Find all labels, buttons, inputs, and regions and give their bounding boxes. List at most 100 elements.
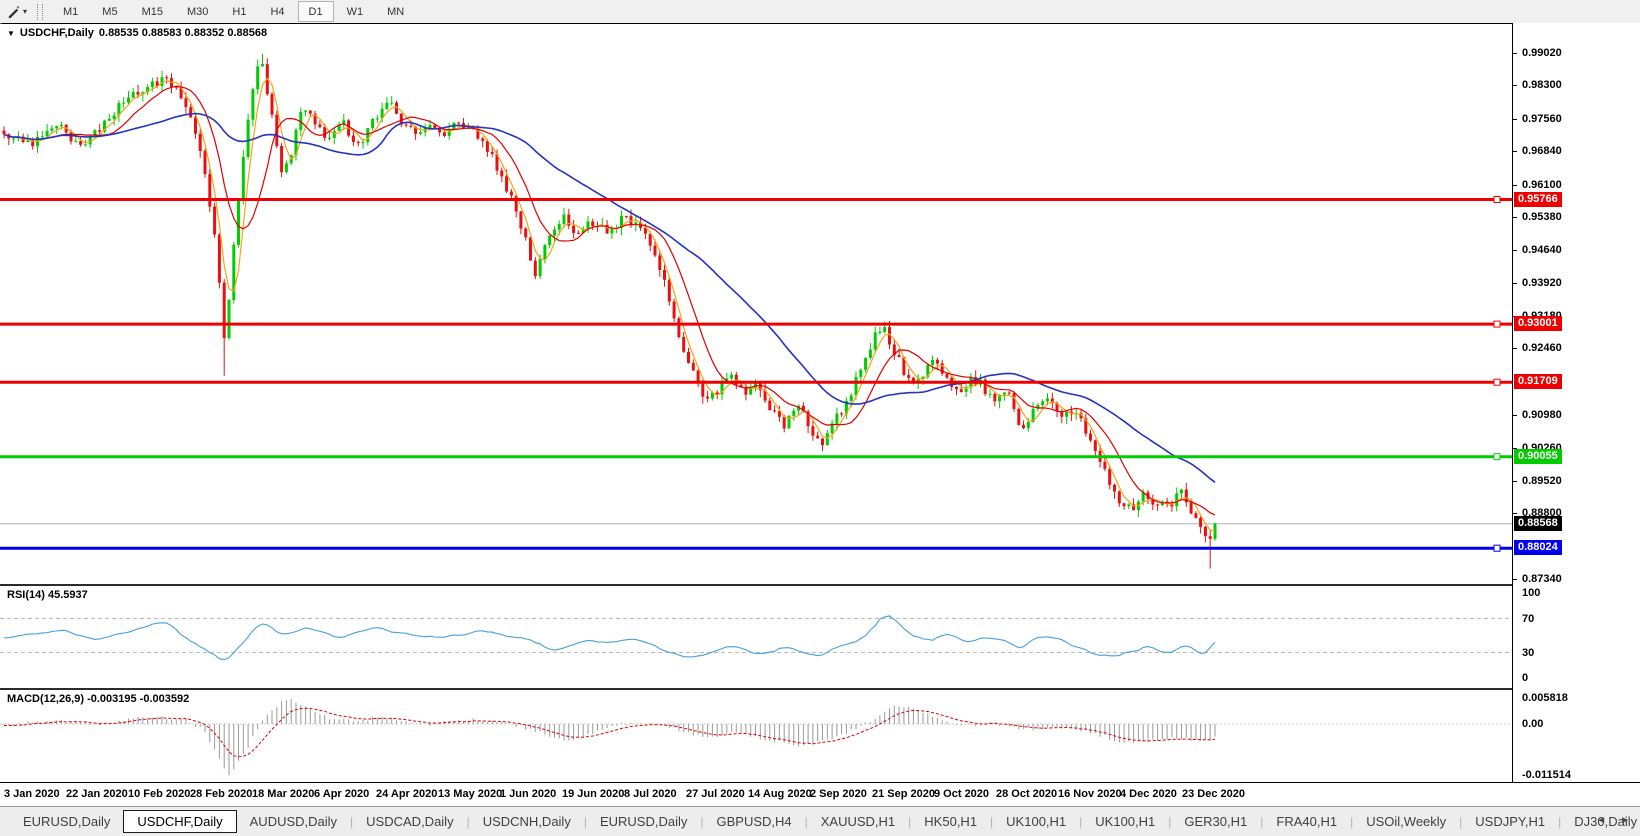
support-resistance-lines[interactable] bbox=[0, 196, 1512, 552]
price-tick-mark bbox=[1513, 53, 1517, 54]
ma-mid-line bbox=[3, 85, 1216, 516]
level-price-label: 0.88024 bbox=[1514, 540, 1562, 556]
date-axis-label: 6 Apr 2020 bbox=[314, 788, 370, 800]
date-axis-label: 10 Feb 2020 bbox=[128, 788, 191, 800]
chart-tab-ger30-h1[interactable]: GER30,H1 bbox=[1171, 811, 1260, 832]
macd-signal-line bbox=[3, 707, 1216, 758]
price-tick-label: 0.96100 bbox=[1522, 178, 1562, 191]
chart-tab-hk50-h1[interactable]: HK50,H1 bbox=[911, 811, 990, 832]
date-axis-label: 3 Jan 2020 bbox=[4, 788, 60, 800]
current-price-label: 0.88568 bbox=[1514, 515, 1562, 531]
price-tick-label: 0.98300 bbox=[1522, 79, 1562, 92]
price-tick-label: 0.99020 bbox=[1522, 47, 1562, 59]
price-tick-mark bbox=[1513, 184, 1517, 186]
level-price-label: 0.95766 bbox=[1514, 191, 1562, 207]
chart-tab-xauusd-h1[interactable]: XAUUSD,H1 bbox=[808, 811, 908, 832]
chart-title: ▼ USDCHF,Daily 0.88535 0.88583 0.88352 0… bbox=[7, 27, 267, 39]
macd-indicator-label: MACD(12,26,9) -0.003195 -0.003592 bbox=[7, 693, 190, 705]
tool-dropdown-icon[interactable]: ▾ bbox=[23, 7, 27, 16]
chart-tab-usdcad-daily[interactable]: USDCAD,Daily bbox=[353, 811, 466, 832]
timeframe-button-m15[interactable]: M15 bbox=[131, 1, 174, 22]
date-axis-label: 14 Aug 2020 bbox=[748, 788, 812, 800]
tab-scroll-right-icon[interactable]: ► bbox=[1620, 815, 1630, 826]
candle-bodies bbox=[2, 64, 1217, 539]
date-axis-label: 19 Jun 2020 bbox=[562, 788, 625, 800]
price-tick-mark bbox=[1513, 480, 1517, 482]
macd-histogram bbox=[3, 698, 1216, 776]
chart-tab-uk100-h1[interactable]: UK100,H1 bbox=[993, 811, 1079, 832]
chart-tab-audusd-daily[interactable]: AUDUSD,Daily bbox=[237, 811, 350, 832]
chart-tab-usdjpy-h1[interactable]: USDJPY,H1 bbox=[1462, 811, 1558, 832]
macd-axis-label: 0.00 bbox=[1522, 718, 1544, 730]
price-tick-label: 0.94640 bbox=[1522, 244, 1562, 257]
rsi-axis-label: 100 bbox=[1522, 587, 1541, 599]
timeframe-button-h4[interactable]: H4 bbox=[259, 1, 295, 22]
date-axis-label: 27 Jul 2020 bbox=[686, 788, 745, 800]
rsi-axis-label: 30 bbox=[1522, 646, 1535, 659]
ma-fast-line bbox=[3, 77, 1216, 532]
price-tick-label: 0.92460 bbox=[1522, 342, 1562, 355]
tab-scroll-arrows: ◄ ► bbox=[1596, 815, 1630, 826]
date-axis-label: 18 Mar 2020 bbox=[252, 788, 315, 800]
chart-tab-usoil-weekly[interactable]: USOil,Weekly bbox=[1353, 811, 1459, 832]
rsi-line bbox=[3, 615, 1216, 661]
date-axis-label: 8 Jul 2020 bbox=[624, 788, 677, 800]
macd-svg bbox=[0, 698, 1512, 776]
chart-tab-usdcnh-daily[interactable]: USDCNH,Daily bbox=[470, 811, 584, 832]
date-axis-label: 9 Oct 2020 bbox=[934, 788, 990, 800]
price-tick-mark bbox=[1513, 216, 1517, 218]
level-price-label: 0.93001 bbox=[1514, 316, 1562, 332]
ma-slow-line bbox=[3, 112, 1216, 483]
timeframe-button-m30[interactable]: M30 bbox=[176, 1, 219, 22]
price-chart-svg bbox=[0, 53, 1512, 569]
rsi-indicator-pane bbox=[0, 586, 1512, 688]
timeframe-button-m5[interactable]: M5 bbox=[91, 1, 128, 22]
price-tick-mark bbox=[1513, 579, 1517, 580]
rsi-axis-label: 0 bbox=[1522, 672, 1529, 684]
chart-collapse-icon[interactable]: ▼ bbox=[7, 29, 15, 38]
drawing-tool-icon[interactable] bbox=[4, 3, 22, 21]
price-tick-label: 0.97560 bbox=[1522, 112, 1562, 125]
price-tick-mark bbox=[1513, 513, 1517, 515]
chart-tab-gbpusd-h4[interactable]: GBPUSD,H4 bbox=[703, 811, 804, 832]
date-axis-label: 28 Feb 2020 bbox=[190, 788, 253, 800]
rsi-indicator-label: RSI(14) 45.5937 bbox=[7, 589, 88, 601]
chart-tab-fra40-h1[interactable]: FRA40,H1 bbox=[1263, 811, 1350, 832]
chart-tab-uk100-h1[interactable]: UK100,H1 bbox=[1082, 811, 1168, 832]
rsi-axis-label: 70 bbox=[1522, 612, 1535, 625]
chart-tab-usdchf-daily[interactable]: USDCHF,Daily bbox=[123, 810, 237, 833]
date-axis[interactable]: 3 Jan 2020 22 Jan 2020 10 Feb 2020 28 Feb 2… bbox=[0, 783, 1640, 806]
chart-ohlc-values: 0.88535 0.88583 0.88352 0.88568 bbox=[98, 27, 268, 39]
timeframe-button-mn[interactable]: MN bbox=[376, 1, 415, 22]
price-tick-label: 0.89520 bbox=[1522, 474, 1562, 487]
price-tick-mark bbox=[1513, 85, 1517, 87]
chart-symbol-label: USDCHF,Daily bbox=[19, 27, 94, 39]
price-tick-mark bbox=[1513, 118, 1517, 120]
macd-axis-label: 0.005818 bbox=[1522, 692, 1568, 704]
date-axis-label: 1 Jun 2020 bbox=[500, 788, 557, 800]
timeframe-button-h1[interactable]: H1 bbox=[221, 1, 257, 22]
timeframe-button-m1[interactable]: M1 bbox=[52, 1, 89, 22]
top-toolbar: ▾ M1 M5 M15 M30 H1 H4 D1 W1 MN bbox=[0, 0, 1640, 23]
price-axis-column[interactable]: 0.99020 0.98300 0.97560 0.96840 0.96100 0.953… bbox=[1513, 23, 1640, 782]
level-price-label: 0.90055 bbox=[1514, 448, 1562, 464]
date-axis-label: 4 Dec 2020 bbox=[1120, 788, 1177, 800]
chart-tab-eurusd-daily[interactable]: EURUSD,Daily bbox=[587, 811, 700, 832]
level-price-label: 0.91709 bbox=[1514, 374, 1562, 390]
tab-scroll-left-icon[interactable]: ◄ bbox=[1596, 815, 1606, 826]
date-axis-label: 24 Apr 2020 bbox=[376, 788, 438, 800]
macd-axis-label: -0.011514 bbox=[1522, 769, 1571, 782]
macd-indicator-pane bbox=[0, 690, 1512, 782]
price-tick-label: 0.90980 bbox=[1522, 409, 1562, 422]
date-axis-label: 21 Sep 2020 bbox=[872, 788, 935, 800]
price-tick-mark bbox=[1513, 348, 1517, 350]
timeframe-button-d1[interactable]: D1 bbox=[297, 1, 334, 22]
date-axis-label: 13 May 2020 bbox=[438, 788, 503, 800]
toolbar-grip bbox=[37, 3, 44, 20]
price-tick-label: 0.93920 bbox=[1522, 276, 1562, 289]
price-tick-label: 0.95380 bbox=[1522, 210, 1562, 223]
price-tick-mark bbox=[1513, 282, 1517, 284]
date-axis-label: 22 Jan 2020 bbox=[66, 788, 128, 800]
chart-tab-eurusd-daily[interactable]: EURUSD,Daily bbox=[10, 811, 123, 832]
timeframe-button-w1[interactable]: W1 bbox=[336, 1, 375, 22]
